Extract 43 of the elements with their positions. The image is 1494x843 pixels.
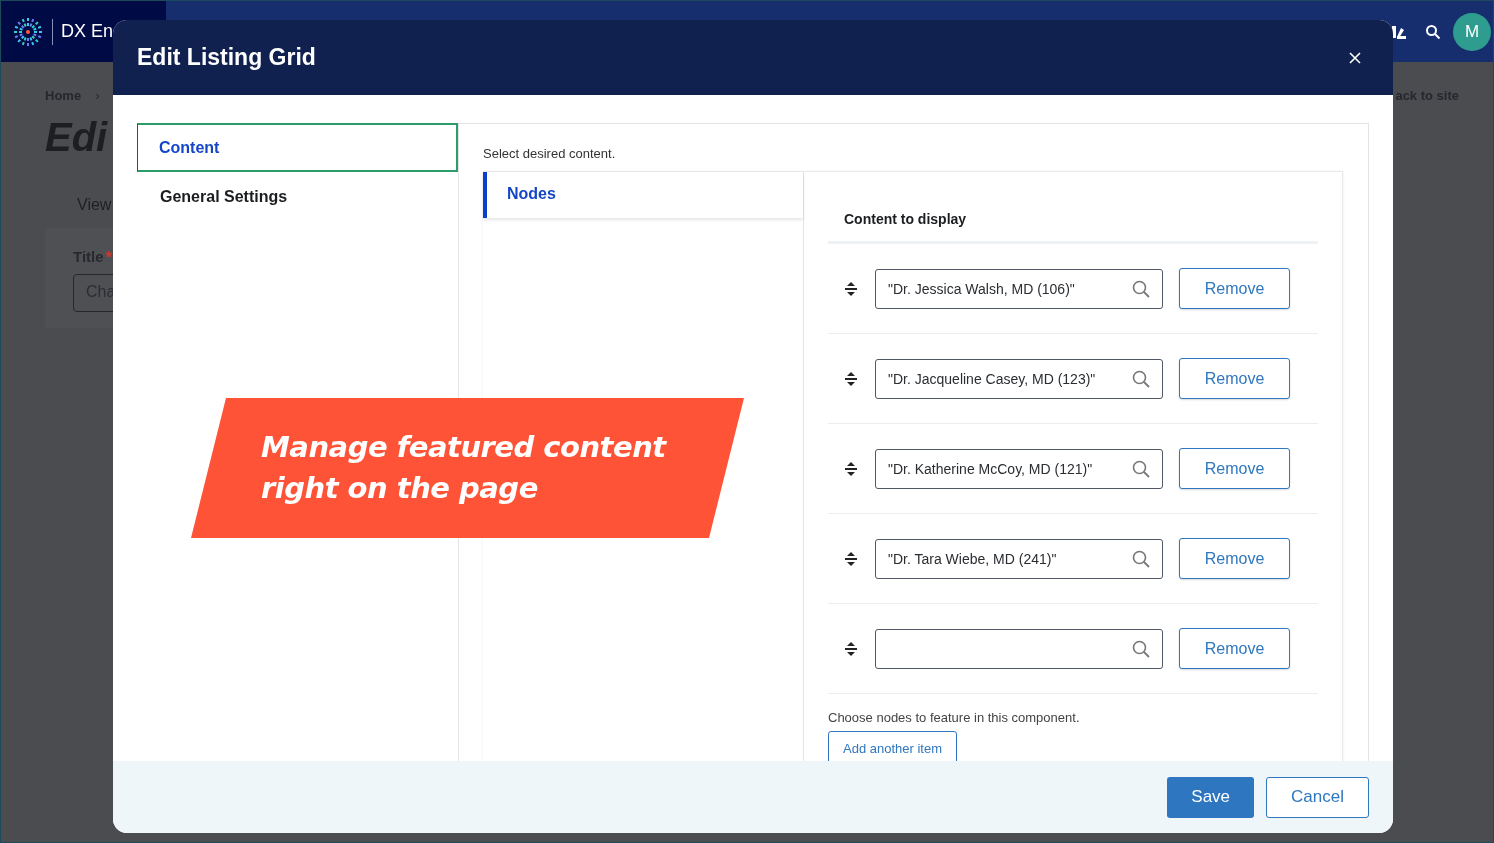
drag-handle-icon — [844, 370, 858, 387]
brand-name: DX En — [61, 21, 114, 42]
starburst-logo-icon — [12, 15, 44, 48]
search-icon — [1132, 279, 1150, 298]
search-icon — [1132, 549, 1150, 568]
drag-handle-icon — [844, 280, 858, 297]
breadcrumb-separator: › — [95, 88, 100, 103]
remove-button[interactable]: Remove — [1179, 358, 1290, 399]
help-text: Choose nodes to feature in this component. — [828, 710, 1081, 725]
save-button[interactable]: Save — [1167, 776, 1255, 818]
drag-handle-icon — [844, 460, 858, 477]
nav-tab[interactable]: General Settings — [137, 172, 458, 221]
column-heading: Content to display — [828, 172, 1318, 244]
cancel-button[interactable]: Cancel — [1266, 776, 1369, 818]
autocomplete-field[interactable]: "Dr. Jessica Walsh, MD (106)" — [875, 268, 1163, 309]
autocomplete-field[interactable]: "Dr. Katherine McCoy, MD (121)" — [875, 448, 1163, 489]
autocomplete-field[interactable]: "Dr. Tara Wiebe, MD (241)" — [875, 538, 1163, 579]
dialog-title: Edit Listing Grid — [137, 44, 316, 71]
autocomplete-field[interactable] — [875, 628, 1163, 669]
autocomplete-field[interactable]: "Dr. Jacqueline Casey, MD (123)" — [875, 358, 1163, 399]
close-icon — [1348, 50, 1362, 65]
drag-handle-icon — [844, 550, 858, 567]
instruction-text: Select desired content. — [483, 146, 617, 163]
search-icon — [1425, 23, 1441, 40]
field-value: "Dr. Jessica Walsh, MD (106)" — [888, 280, 1076, 297]
field-value: "Dr. Katherine McCoy, MD (121)" — [888, 460, 1094, 477]
remove-button[interactable]: Remove — [1179, 538, 1290, 579]
remove-button[interactable]: Remove — [1179, 628, 1290, 669]
nav-tab[interactable]: Content — [137, 123, 458, 172]
remove-button[interactable]: Remove — [1179, 268, 1290, 309]
search-icon — [1132, 459, 1150, 478]
user-avatar[interactable]: M — [1453, 12, 1491, 51]
required-mark: * — [105, 248, 113, 268]
remove-button[interactable]: Remove — [1179, 448, 1290, 489]
vertical-tab[interactable]: Nodes — [483, 172, 803, 218]
search-icon — [1132, 639, 1150, 658]
banner-headline: Manage featured content right on the page — [261, 429, 666, 507]
add-item-button[interactable]: Add another item — [828, 731, 957, 761]
drag-handle-icon — [844, 640, 858, 657]
field-value: "Dr. Tara Wiebe, MD (241)" — [888, 550, 1058, 567]
swatch-icon — [1391, 23, 1407, 40]
search-icon — [1132, 369, 1150, 388]
field-value: "Dr. Jacqueline Casey, MD (123)" — [888, 370, 1097, 387]
